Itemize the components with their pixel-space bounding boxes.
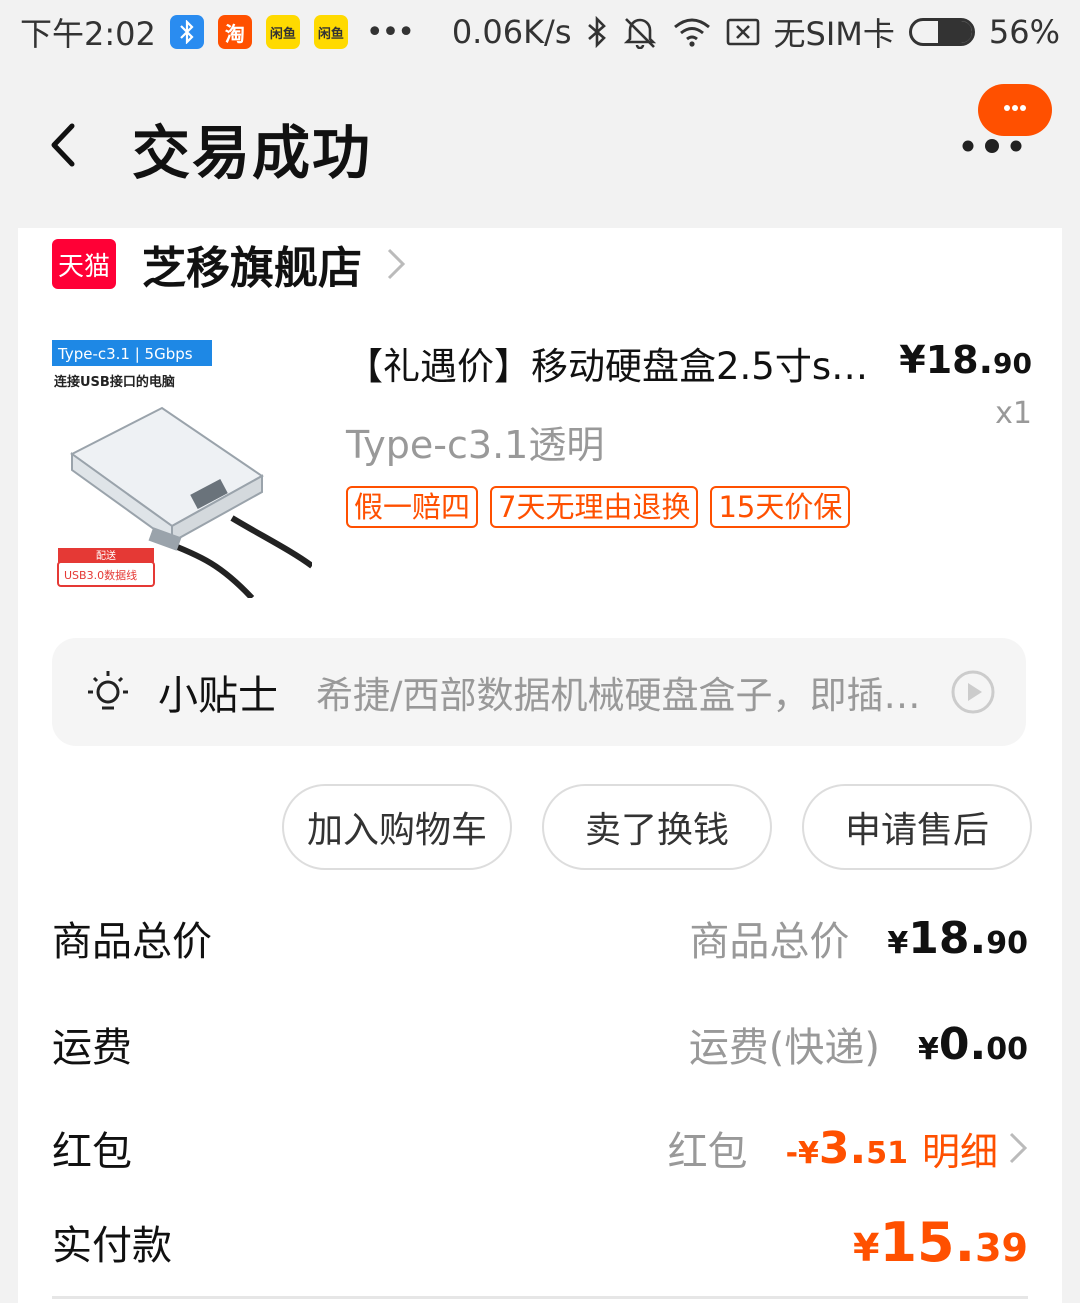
image-badge-top: 配送 — [96, 549, 116, 562]
image-caption-sub: 连接USB接口的电脑 — [54, 374, 175, 390]
amount-int: 15. — [879, 1210, 976, 1274]
product-price: ¥18.90 — [899, 338, 1032, 382]
order-card: 天猫 芝移旗舰店 Type-c3.1 | 5Gbps 连接USB接口的电脑 配送… — [18, 228, 1062, 1303]
bulb-icon — [88, 671, 128, 710]
tip-text: 希捷/西部数据机械硬盘盒子，即插即用，轻松扩容 — [316, 674, 946, 717]
status-bar: 下午2:02 淘 闲鱼 闲鱼 ••• 0.06K/s 无SIM卡 56% — [0, 0, 1080, 64]
amount-int: 0. — [938, 1018, 987, 1070]
product-quantity: x1 — [995, 396, 1032, 431]
tag-fake-compensation: 假一赔四 — [346, 486, 479, 528]
divider — [52, 1296, 1028, 1299]
xianyu-app-icon: 闲鱼 — [313, 15, 348, 49]
add-to-cart-button[interactable]: 加入购物车 — [282, 784, 512, 870]
ellipsis-icon — [1004, 105, 1026, 111]
shop-header[interactable]: 天猫 芝移旗舰店 — [52, 232, 406, 296]
amount-dec: 51 — [866, 1135, 908, 1171]
tip-bar[interactable]: 小贴士 希捷/西部数据机械硬盘盒子，即插即用，轻松扩容 — [52, 638, 1026, 746]
mute-bell-icon — [622, 15, 658, 49]
amount-dec: 00 — [986, 1031, 1028, 1067]
play-circle-icon[interactable] — [950, 669, 996, 715]
currency-symbol: ¥ — [918, 1031, 939, 1067]
product-price-dec: 90 — [993, 347, 1032, 380]
no-sim-icon — [726, 17, 760, 47]
message-badge[interactable] — [978, 84, 1052, 136]
currency-symbol: ¥ — [852, 1225, 880, 1270]
image-badge-bottom: USB3.0数据线 — [64, 568, 137, 582]
product-image[interactable]: Type-c3.1 | 5Gbps 连接USB接口的电脑 配送 USB3.0数据… — [52, 336, 312, 598]
goods-total-amount: ¥18.90 — [887, 913, 1028, 964]
shipping-amount: ¥0.00 — [918, 1019, 1028, 1070]
more-menu-button[interactable] — [960, 134, 1024, 158]
paid-label: 实付款 — [52, 1223, 172, 1269]
amount-int: 18. — [908, 912, 987, 964]
goods-total-label: 商品总价 — [52, 919, 212, 965]
currency-symbol: ¥ — [887, 925, 909, 961]
bluetooth-app-icon — [169, 15, 204, 49]
amount-int: 3. — [818, 1122, 867, 1174]
after-sale-button[interactable]: 申请售后 — [802, 784, 1032, 870]
chevron-right-icon — [387, 248, 406, 280]
red-packet-detail-link[interactable]: 明细 — [922, 1121, 998, 1176]
product-price-int: ¥18. — [899, 338, 994, 382]
product-photo: Type-c3.1 | 5Gbps 连接USB接口的电脑 配送 USB3.0数据… — [52, 336, 312, 598]
paid-row: 实付款 ¥15.39 — [52, 1211, 1028, 1274]
more-dots-icon — [962, 139, 1022, 153]
red-packet-sub: 红包 — [667, 1129, 748, 1175]
battery-fill — [938, 21, 972, 43]
xianyu-app-icon: 闲鱼 — [265, 15, 300, 49]
goods-total-row: 商品总价 商品总价 ¥18.90 — [52, 908, 1028, 968]
product-spec: Type-c3.1透明 — [346, 423, 605, 467]
sim-status: 无SIM卡 — [773, 15, 895, 53]
battery-icon — [908, 18, 975, 46]
product-title[interactable]: 【礼遇价】移动硬盘盒2.5寸sata转USB3.0透明外置 — [346, 336, 886, 390]
service-tags: 假一赔四 7天无理由退换 15天价保 — [346, 486, 851, 528]
amount-dec: 90 — [986, 925, 1028, 961]
shipping-sub: 运费(快递) — [688, 1025, 881, 1071]
shipping-row: 运费 运费(快递) ¥0.00 — [52, 1014, 1028, 1074]
net-speed: 0.06K/s — [451, 13, 572, 51]
goods-total-sub: 商品总价 — [689, 919, 850, 965]
amount-dec: 39 — [975, 1225, 1028, 1270]
currency-symbol: -¥ — [785, 1135, 819, 1171]
chevron-left-icon — [51, 123, 75, 167]
paid-amount: ¥15.39 — [853, 1211, 1028, 1274]
bluetooth-icon — [586, 16, 608, 48]
shipping-label: 运费 — [52, 1025, 132, 1071]
red-packet-row[interactable]: 红包 红包 -¥3.51 明细 — [52, 1118, 1028, 1178]
page-title: 交易成功 — [132, 119, 373, 187]
shop-name[interactable]: 芝移旗舰店 — [142, 232, 362, 296]
taobao-app-icon: 淘 — [217, 15, 252, 49]
red-packet-label: 红包 — [52, 1129, 132, 1175]
tag-7day-return: 7天无理由退换 — [490, 486, 699, 528]
wifi-icon — [672, 17, 712, 47]
status-right: 0.06K/s 无SIM卡 56% — [452, 0, 1060, 64]
battery-percent: 56% — [988, 13, 1060, 51]
chevron-right-icon — [1009, 1132, 1028, 1164]
image-caption-top: Type-c3.1 | 5Gbps — [57, 345, 193, 363]
tmall-badge: 天猫 — [52, 239, 116, 289]
red-packet-amount: -¥3.51 — [786, 1123, 908, 1174]
status-time: 下午2:02 — [20, 15, 156, 53]
tag-price-protection: 15天价保 — [710, 486, 851, 528]
resell-button[interactable]: 卖了换钱 — [542, 784, 772, 870]
status-left: 下午2:02 淘 闲鱼 闲鱼 ••• — [20, 9, 415, 55]
back-button[interactable] — [44, 120, 84, 170]
more-notifications-icon: ••• — [365, 14, 415, 50]
nav-header: 交易成功 — [0, 64, 1080, 224]
action-buttons: 加入购物车 卖了换钱 申请售后 — [282, 784, 1032, 870]
tip-label: 小贴士 — [158, 673, 278, 719]
